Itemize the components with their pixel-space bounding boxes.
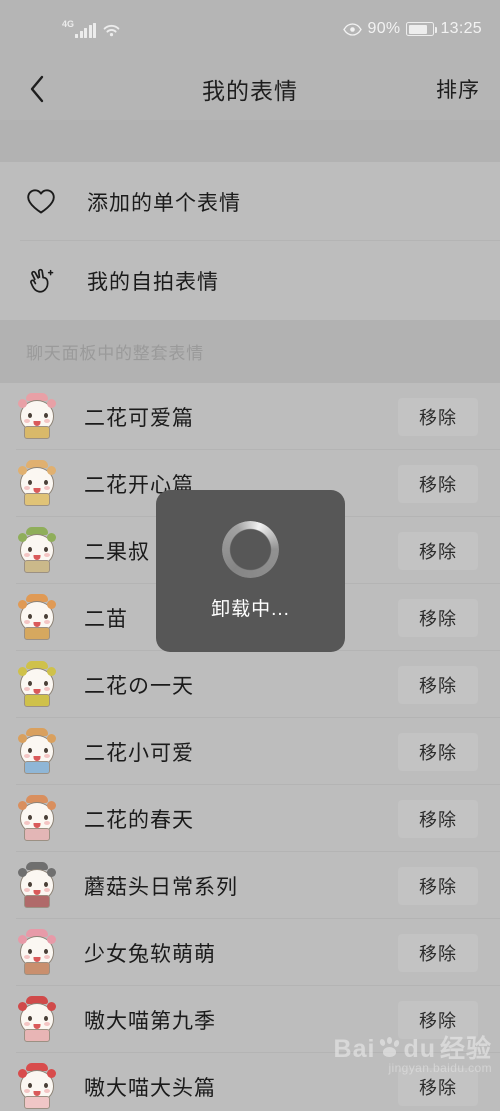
sticker-thumbnail — [16, 660, 58, 707]
remove-button[interactable]: 移除 — [398, 464, 478, 503]
phone-screen: 4G 90% 13:25 我的表情 排序 添加的单个表情 我的自拍表情 聊天面板… — [0, 0, 500, 1111]
list-item[interactable]: 蘑菇头日常系列 移除 — [0, 852, 500, 919]
remove-button[interactable]: 移除 — [398, 665, 478, 704]
eye-icon — [342, 22, 362, 36]
sticker-pack-name: 二花小可爱 — [84, 741, 194, 765]
sticker-thumbnail — [16, 794, 58, 841]
remove-button[interactable]: 移除 — [398, 933, 478, 972]
clock-label: 13:25 — [440, 20, 482, 37]
app-header: 我的表情 排序 — [0, 58, 500, 120]
sticker-thumbnail — [16, 593, 58, 640]
uninstall-progress-modal: 卸载中... — [156, 490, 345, 652]
wifi-icon — [102, 23, 121, 38]
sticker-thumbnail — [16, 1062, 58, 1109]
remove-button[interactable]: 移除 — [398, 1067, 478, 1106]
remove-button[interactable]: 移除 — [398, 732, 478, 771]
sticker-pack-name: 二苗 — [84, 607, 128, 631]
sticker-thumbnail — [16, 995, 58, 1042]
signal-bars-icon — [75, 23, 97, 38]
heart-icon — [20, 188, 62, 215]
sticker-pack-name: 嗷大喵大头篇 — [84, 1076, 216, 1100]
sidebar-item-label: 我的自拍表情 — [87, 270, 219, 294]
list-item[interactable]: 二花の一天 移除 — [0, 651, 500, 718]
header-spacer — [0, 120, 500, 162]
list-item[interactable]: 二花小可爱 移除 — [0, 718, 500, 785]
status-bar-right: 90% 13:25 — [342, 20, 482, 38]
quick-items-card: 添加的单个表情 我的自拍表情 — [0, 162, 500, 320]
sticker-thumbnail — [16, 526, 58, 573]
list-item[interactable]: 嗷大喵第九季 移除 — [0, 986, 500, 1053]
status-bar-left: 4G — [62, 20, 121, 38]
sticker-thumbnail — [16, 727, 58, 774]
battery-icon — [406, 22, 438, 36]
sticker-pack-name: 二花的春天 — [84, 808, 194, 832]
sticker-pack-name: 少女兔软萌萌 — [84, 942, 216, 966]
sticker-pack-name: 二花の一天 — [84, 674, 194, 698]
list-item[interactable]: 二花可爱篇 移除 — [0, 383, 500, 450]
sidebar-item-label: 添加的单个表情 — [87, 191, 241, 215]
sticker-pack-name: 蘑菇头日常系列 — [84, 875, 238, 899]
sticker-pack-name: 二果叔 — [84, 540, 150, 564]
sidebar-item-added-stickers[interactable]: 添加的单个表情 — [0, 162, 500, 241]
remove-button[interactable]: 移除 — [398, 598, 478, 637]
loading-spinner-icon — [222, 521, 279, 578]
remove-button[interactable]: 移除 — [398, 1000, 478, 1039]
battery-percent-label: 90% — [367, 20, 401, 37]
modal-status-text: 卸载中... — [211, 599, 290, 620]
sticker-pack-name: 二花可爱篇 — [84, 406, 194, 430]
sticker-pack-name: 嗷大喵第九季 — [84, 1009, 216, 1033]
remove-button[interactable]: 移除 — [398, 866, 478, 905]
sticker-thumbnail — [16, 459, 58, 506]
sticker-thumbnail — [16, 861, 58, 908]
network-type-label: 4G — [62, 19, 75, 29]
section-header: 聊天面板中的整套表情 — [0, 320, 500, 383]
list-item[interactable]: 少女兔软萌萌 移除 — [0, 919, 500, 986]
sort-button[interactable]: 排序 — [436, 58, 480, 120]
sticker-thumbnail — [16, 392, 58, 439]
remove-button[interactable]: 移除 — [398, 397, 478, 436]
list-item[interactable]: 嗷大喵大头篇 移除 — [0, 1053, 500, 1111]
peace-hand-icon — [20, 266, 62, 296]
remove-button[interactable]: 移除 — [398, 531, 478, 570]
section-header-label: 聊天面板中的整套表情 — [26, 344, 204, 363]
sidebar-item-selfie-stickers[interactable]: 我的自拍表情 — [0, 241, 500, 320]
sticker-thumbnail — [16, 928, 58, 975]
page-title: 我的表情 — [202, 78, 298, 104]
cellular-signal-group: 4G — [62, 19, 97, 38]
status-bar: 4G 90% 13:25 — [0, 0, 500, 58]
list-item[interactable]: 二花的春天 移除 — [0, 785, 500, 852]
remove-button[interactable]: 移除 — [398, 799, 478, 838]
